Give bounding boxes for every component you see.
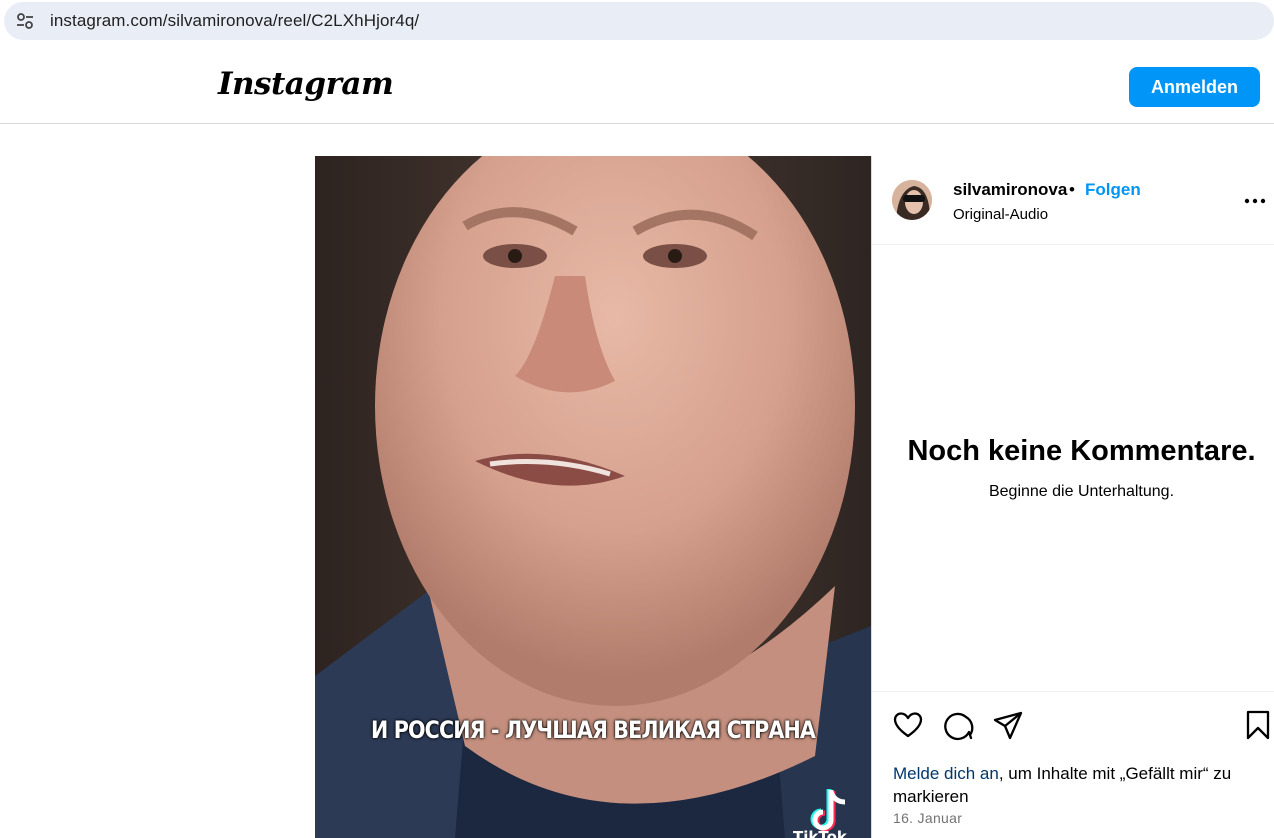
post-actions: Melde dich an, um Inhalte mit „Gefällt m… (872, 691, 1274, 838)
follow-button[interactable]: Folgen (1085, 180, 1141, 200)
tune-icon[interactable] (14, 10, 36, 32)
reel-video[interactable]: И РОССИЯ - ЛУЧШАЯ ВЕЛИКАЯ СТРАНА TikTok (315, 156, 871, 838)
instagram-logo[interactable]: Instagram (218, 66, 394, 102)
url-text[interactable]: instagram.com/silvamironova/reel/C2LXhHj… (50, 11, 419, 31)
post-side-panel: silvamironova • Folgen Original-Audio No… (871, 156, 1274, 838)
post-header: silvamironova • Folgen Original-Audio (872, 156, 1274, 245)
url-field[interactable]: instagram.com/silvamironova/reel/C2LXhHj… (4, 2, 1274, 40)
comment-icon[interactable] (942, 709, 974, 741)
post-username[interactable]: silvamironova (953, 180, 1067, 200)
video-subtitle: И РОССИЯ - ЛУЧШАЯ ВЕЛИКАЯ СТРАНА (370, 716, 816, 744)
browser-address-bar: instagram.com/silvamironova/reel/C2LXhHj… (0, 0, 1274, 48)
bookmark-icon[interactable] (1242, 709, 1274, 741)
no-comments-title: Noch keine Kommentare. (907, 435, 1256, 467)
login-button[interactable]: Anmelden (1129, 67, 1260, 107)
separator-dot: • (1069, 180, 1075, 199)
heart-icon[interactable] (892, 709, 924, 741)
audio-link[interactable]: Original-Audio (953, 206, 1048, 223)
share-icon[interactable] (992, 709, 1024, 741)
tiktok-watermark: TikTok (793, 828, 847, 838)
avatar[interactable] (892, 180, 932, 220)
post-date[interactable]: 16. Januar (893, 810, 962, 826)
instagram-header: Instagram Anmelden (0, 48, 1274, 124)
login-hint: Melde dich an, um Inhalte mit „Gefällt m… (893, 762, 1263, 808)
login-link[interactable]: Melde dich an (893, 764, 999, 783)
more-horizontal-icon[interactable] (1242, 188, 1268, 214)
no-comments-subtitle: Beginne die Unterhaltung. (988, 483, 1175, 500)
